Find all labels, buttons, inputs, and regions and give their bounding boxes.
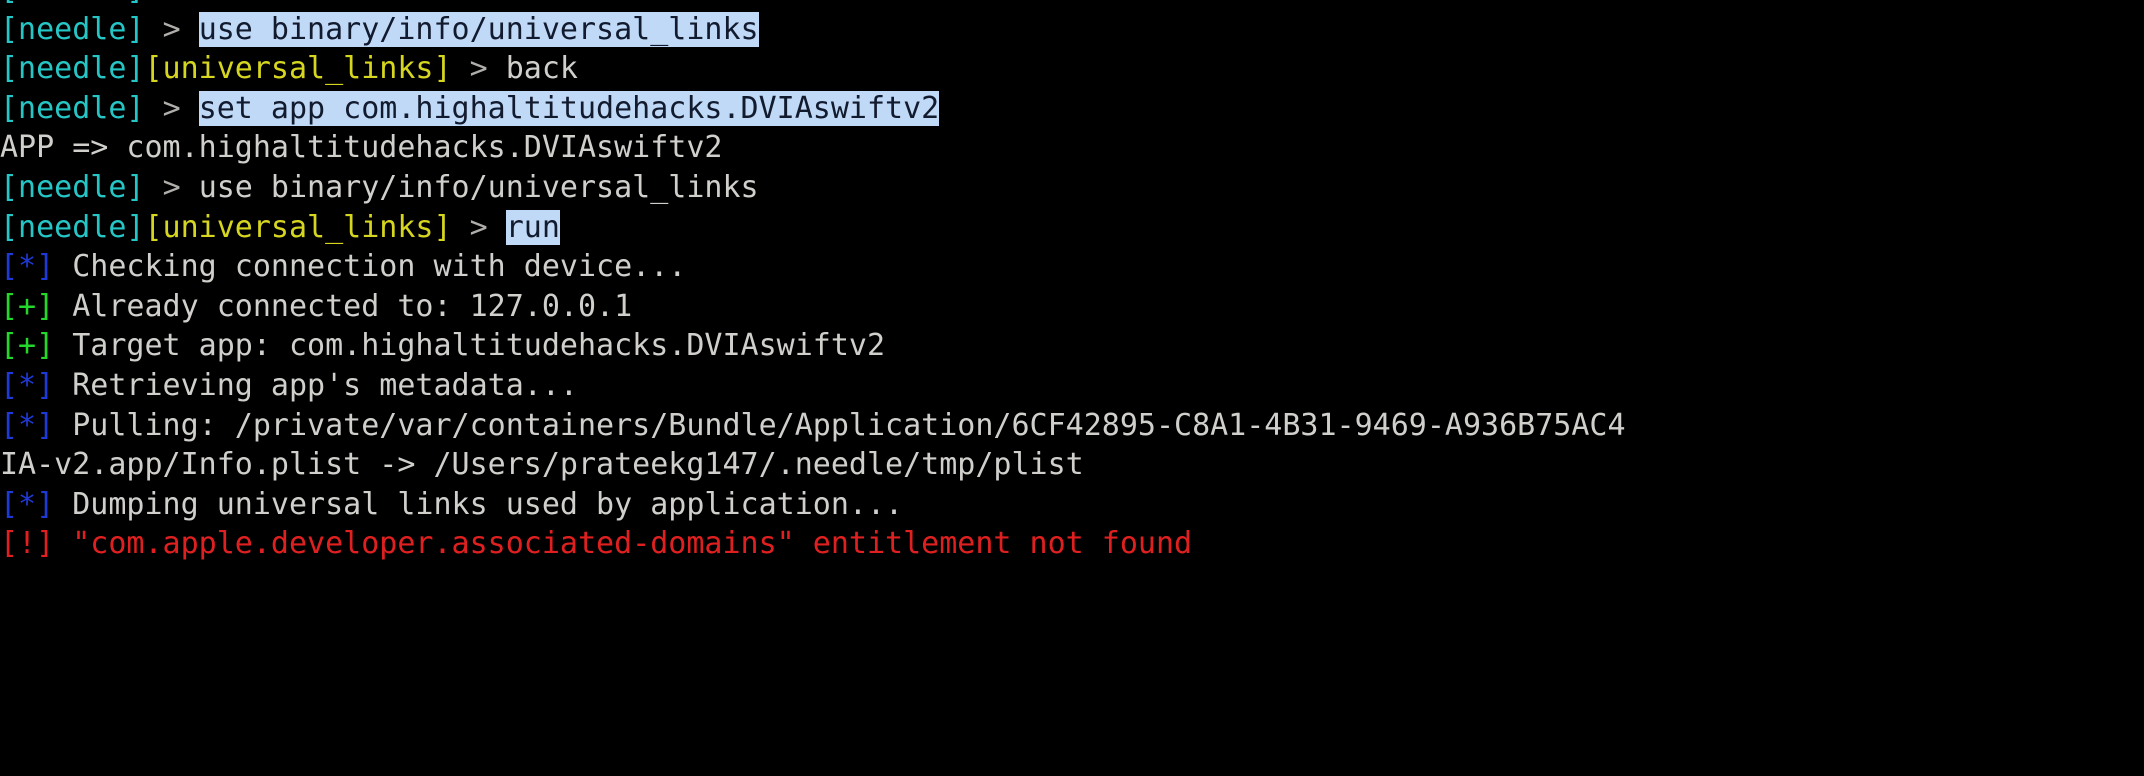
status-info-marker: [*] <box>0 249 55 285</box>
status-warn-marker: [!] <box>0 526 55 562</box>
terminal-line: [needle][universal_links] > run <box>0 208 2144 248</box>
terminal-line: [*] Pulling: /private/var/containers/Bun… <box>0 406 2144 446</box>
prompt-caret: > <box>162 169 181 205</box>
terminal-window[interactable]: [needle] >[needle] > use binary/info/uni… <box>0 0 2144 776</box>
prompt-module-root: [needle] <box>0 169 145 205</box>
terminal-line: [needle][universal_links] > back <box>0 49 2144 89</box>
status-info-marker: [*] <box>0 486 55 522</box>
prompt-module-root: [needle] <box>0 11 145 47</box>
terminal-line: [*] Dumping universal links used by appl… <box>0 485 2144 525</box>
prompt-module-universal-links: [universal_links] <box>144 209 452 245</box>
terminal-line: [needle] > <box>0 0 2144 10</box>
prompt-module-root: [needle] <box>0 209 145 245</box>
terminal-text: back <box>505 51 578 87</box>
terminal-text: IA-v2.app/Info.plist -> /Users/prateekg1… <box>0 447 1084 483</box>
status-info-marker: [*] <box>0 407 55 443</box>
terminal-text: APP => com.highaltitudehacks.DVIAswiftv2 <box>0 130 723 166</box>
terminal-text: Already connected to: 127.0.0.1 <box>54 288 633 324</box>
terminal-line: [needle] > set app com.highaltitudehacks… <box>0 89 2144 129</box>
terminal-line: [+] Already connected to: 127.0.0.1 <box>0 287 2144 327</box>
prompt-caret: > <box>469 51 488 87</box>
terminal-line: [+] Target app: com.highaltitudehacks.DV… <box>0 326 2144 366</box>
terminal-text: Checking connection with device... <box>54 249 687 285</box>
terminal-line: APP => com.highaltitudehacks.DVIAswiftv2 <box>0 128 2144 168</box>
terminal-line: IA-v2.app/Info.plist -> /Users/prateekg1… <box>0 445 2144 485</box>
prompt-module-root: [needle] <box>0 0 145 7</box>
selected-command-text: set app com.highaltitudehacks.DVIAswiftv… <box>198 90 940 126</box>
terminal-text: use binary/info/universal_links <box>198 169 759 205</box>
prompt-caret: > <box>162 11 181 47</box>
prompt-module-root: [needle] <box>0 90 145 126</box>
terminal-text: "com.apple.developer.associated-domains"… <box>54 526 1193 562</box>
terminal-line: [!] "com.apple.developer.associated-doma… <box>0 524 2144 564</box>
status-ok-marker: [+] <box>0 288 55 324</box>
prompt-module-root: [needle] <box>0 51 145 87</box>
prompt-caret: > <box>469 209 488 245</box>
status-ok-marker: [+] <box>0 328 55 364</box>
terminal-line: [needle] > use binary/info/universal_lin… <box>0 168 2144 208</box>
terminal-screen: [needle] >[needle] > use binary/info/uni… <box>0 0 2144 564</box>
terminal-text: Retrieving app's metadata... <box>54 367 578 403</box>
selected-command-text: use binary/info/universal_links <box>198 11 759 47</box>
terminal-text: Dumping universal links used by applicat… <box>54 486 904 522</box>
prompt-module-universal-links: [universal_links] <box>144 51 452 87</box>
terminal-text: Target app: com.highaltitudehacks.DVIAsw… <box>54 328 886 364</box>
terminal-line: [*] Retrieving app's metadata... <box>0 366 2144 406</box>
terminal-text: Pulling: /private/var/containers/Bundle/… <box>54 407 1626 443</box>
terminal-line: [needle] > use binary/info/universal_lin… <box>0 10 2144 50</box>
terminal-line: [*] Checking connection with device... <box>0 247 2144 287</box>
prompt-caret: > <box>163 0 181 7</box>
selected-command-text: run <box>505 209 560 245</box>
status-info-marker: [*] <box>0 367 55 403</box>
prompt-caret: > <box>162 90 181 126</box>
